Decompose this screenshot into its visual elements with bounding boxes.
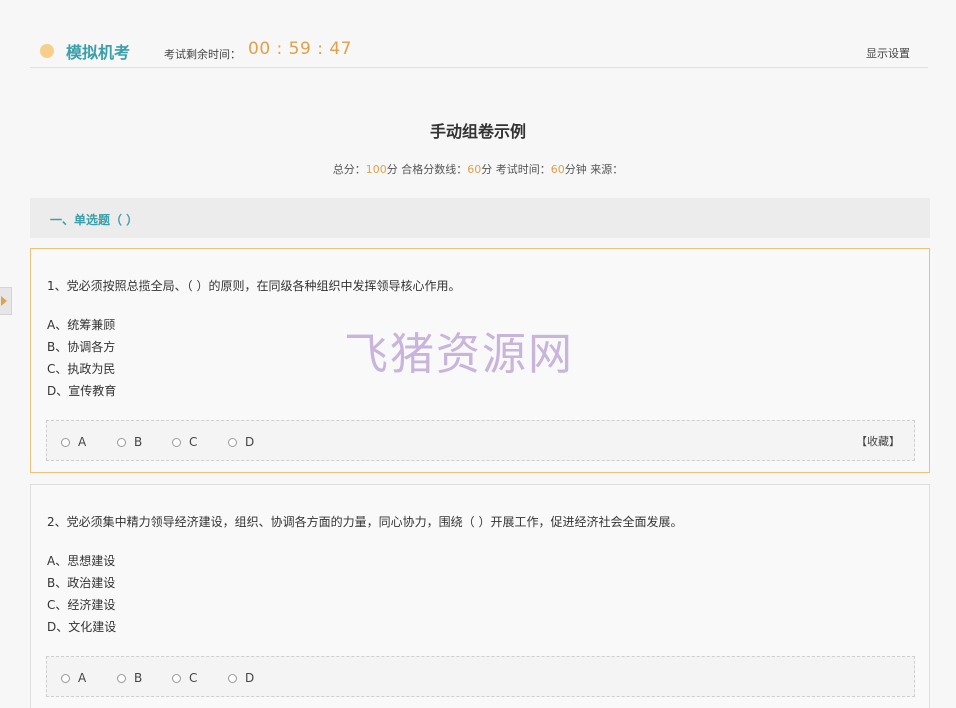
answer-radio-d[interactable]: D [228, 435, 254, 449]
side-panel-toggle-arrow-icon[interactable] [0, 287, 12, 315]
app-title: 模拟机考 [66, 43, 131, 62]
radio-circle-icon [117, 673, 126, 683]
question-option: B、协调各方 [47, 340, 116, 354]
question-option: D、宣传教育 [47, 384, 117, 398]
answer-radio-c[interactable]: C [172, 671, 197, 685]
question-stem: 1、党必须按照总揽全局、（ ）的原则，在同级各种组织中发挥领导核心作用。 [47, 279, 461, 293]
answer-radio-b[interactable]: B [117, 671, 142, 685]
countdown-timer: 00 : 59 : 47 [248, 39, 352, 59]
radio-label: B [134, 435, 143, 449]
radio-circle-icon [228, 673, 237, 683]
answer-area: A B C D [46, 656, 915, 697]
total-score-value: 100 [365, 163, 387, 176]
radio-label: D [245, 435, 255, 449]
answer-area: A B C D 【收藏】 [46, 420, 915, 461]
exam-time-label: 分 考试时间： [481, 163, 551, 176]
exam-time-value: 60 [550, 163, 565, 176]
answer-radio-b[interactable]: B [117, 435, 142, 449]
radio-circle-icon [172, 673, 181, 683]
question-option: A、统筹兼顾 [47, 318, 116, 332]
question-option: A、思想建设 [47, 554, 116, 568]
display-settings-link[interactable]: 显示设置 [866, 45, 910, 61]
radio-circle-icon [172, 437, 181, 447]
question-option: C、经济建设 [47, 598, 116, 612]
watermark-text: 飞猪资源网 [344, 329, 574, 380]
radio-circle-icon [117, 437, 126, 447]
answer-radio-c[interactable]: C [172, 435, 197, 449]
question-option: D、文化建设 [47, 620, 117, 634]
radio-label: A [78, 671, 87, 685]
exam-header: 模拟机考 考试剩余时间： 00 : 59 : 47 显示设置 [30, 34, 928, 68]
radio-label: A [78, 435, 87, 449]
radio-label: D [245, 671, 255, 685]
question-option: B、政治建设 [47, 576, 116, 590]
pass-score-value: 60 [467, 163, 482, 176]
radio-label: C [189, 435, 198, 449]
favorite-button[interactable]: 【收藏】 [856, 433, 900, 449]
answer-radio-a[interactable]: A [61, 671, 86, 685]
answer-radio-a[interactable]: A [61, 435, 86, 449]
radio-circle-icon [228, 437, 237, 447]
answer-radio-d[interactable]: D [228, 671, 254, 685]
section-header: 一、单选题（ ） [30, 198, 930, 238]
source-label: 分钟 来源： [564, 163, 624, 176]
question-option: C、执政为民 [47, 362, 116, 376]
radio-label: C [189, 671, 198, 685]
section-title: 一、单选题（ ） [50, 213, 139, 227]
paper-meta: 总分：100分 合格分数线：60分 考试时间：60分钟 来源： [0, 161, 956, 177]
question-stem: 2、党必须集中精力领导经济建设，组织、协调各方面的力量，同心协力，围绕（ ）开展… [47, 515, 683, 529]
radio-circle-icon [61, 437, 70, 447]
question-card-2: 2、党必须集中精力领导经济建设，组织、协调各方面的力量，同心协力，围绕（ ）开展… [30, 484, 930, 708]
logo-dot-icon [40, 44, 54, 58]
exam-page: 模拟机考 考试剩余时间： 00 : 59 : 47 显示设置 手动组卷示例 总分… [0, 0, 956, 708]
radio-label: B [134, 671, 143, 685]
pass-score-label: 分 合格分数线： [386, 163, 468, 176]
timer-label: 考试剩余时间： [164, 48, 241, 61]
radio-circle-icon [61, 673, 70, 683]
paper-title: 手动组卷示例 [429, 122, 526, 141]
total-score-label: 总分： [332, 163, 366, 176]
